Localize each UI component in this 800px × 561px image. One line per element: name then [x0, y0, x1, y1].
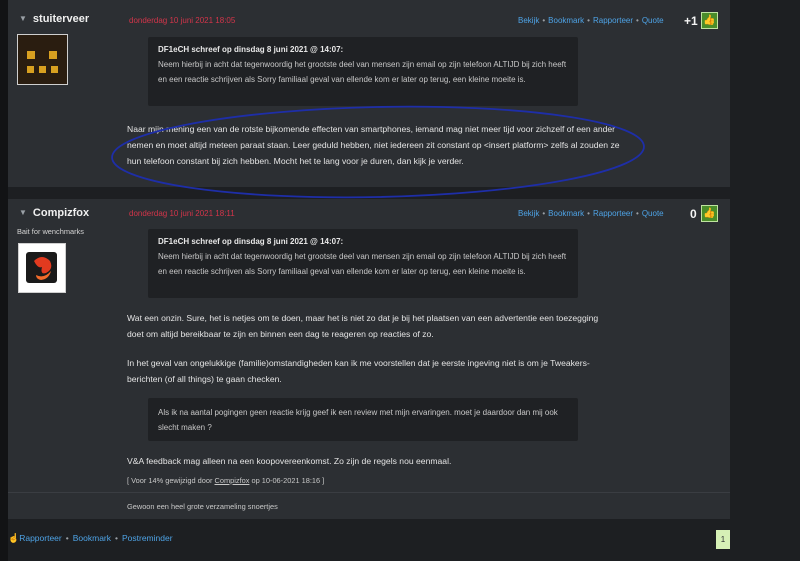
avatar [18, 243, 66, 293]
post-author[interactable]: ▼ Compizfox [19, 207, 89, 219]
quote-text: Neem hierbij in acht dat tegenwoordig he… [158, 252, 567, 276]
quote-text: Neem hierbij in acht dat tegenwoordig he… [158, 60, 567, 84]
signature: Gewoon een heel grote verzameling snoert… [127, 502, 278, 511]
thumbs-up-icon[interactable]: 👍 [701, 12, 718, 29]
avatar-image-icon [26, 252, 57, 283]
collapse-triangle-icon[interactable]: ▼ [19, 14, 27, 23]
post-author[interactable]: ▼ stuiterveer [19, 13, 89, 25]
hand-icon: ☝ [8, 533, 20, 543]
report-link[interactable]: Rapporteer [593, 209, 633, 218]
post-body: Naar mijn mening een van de rotste bijko… [127, 124, 620, 166]
view-link[interactable]: Bekijk [518, 16, 539, 25]
quote-link[interactable]: Quote [642, 209, 664, 218]
postreminder-link[interactable]: Postreminder [122, 533, 173, 543]
quote-link[interactable]: Quote [642, 16, 664, 25]
quote-block: DF1eCH schreef op dinsdag 8 juni 2021 @ … [148, 229, 578, 298]
inline-quote-block: Als ik na aantal pogingen geen reactie k… [148, 398, 578, 441]
bookmark-link[interactable]: Bookmark [548, 209, 584, 218]
post-actions: Bekijk • Bookmark • Rapporteer • Quote [518, 209, 664, 218]
signature-divider [8, 492, 730, 493]
post-actions: Bekijk • Bookmark • Rapporteer • Quote [518, 16, 664, 25]
collapse-triangle-icon[interactable]: ▼ [19, 208, 27, 217]
quote-text: Als ik na aantal pogingen geen reactie k… [158, 408, 558, 432]
user-subtitle: Bait for wenchmarks [17, 227, 84, 236]
view-link[interactable]: Bekijk [518, 209, 539, 218]
post-date[interactable]: donderdag 10 juni 2021 18:11 [129, 209, 235, 218]
avatar-image-icon [18, 35, 67, 84]
bookmark-link[interactable]: Bookmark [73, 533, 111, 543]
bookmark-link[interactable]: Bookmark [548, 16, 584, 25]
post-score: +1 [684, 14, 698, 28]
left-rail [0, 0, 8, 561]
post-score: 0 [690, 207, 697, 221]
post-date[interactable]: donderdag 10 juni 2021 18:05 [129, 16, 235, 25]
avatar [17, 34, 68, 85]
report-link[interactable]: Rapporteer [593, 16, 633, 25]
quote-header[interactable]: DF1eCH schreef op dinsdag 8 juni 2021 @ … [158, 45, 570, 54]
edit-note: [ Voor 14% gewijzigd door Compizfox op 1… [127, 476, 325, 485]
report-link[interactable]: Rapporteer [19, 533, 62, 543]
post-paragraph: V&A feedback mag alleen na een koopovere… [127, 456, 452, 466]
edit-user-link[interactable]: Compizfox [215, 476, 250, 485]
post-paragraph: In het geval van ongelukkige (familie)om… [127, 358, 590, 384]
thumbs-up-icon[interactable]: 👍 [701, 205, 718, 222]
quote-block: DF1eCH schreef op dinsdag 8 juni 2021 @ … [148, 37, 578, 106]
page-number-button[interactable]: 1 [716, 530, 730, 549]
post-paragraph: Wat een onzin. Sure, het is netjes om te… [127, 313, 599, 339]
quote-header[interactable]: DF1eCH schreef op dinsdag 8 juni 2021 @ … [158, 237, 570, 246]
footer-actions: ☝Rapporteer • Bookmark • Postreminder [8, 533, 173, 543]
